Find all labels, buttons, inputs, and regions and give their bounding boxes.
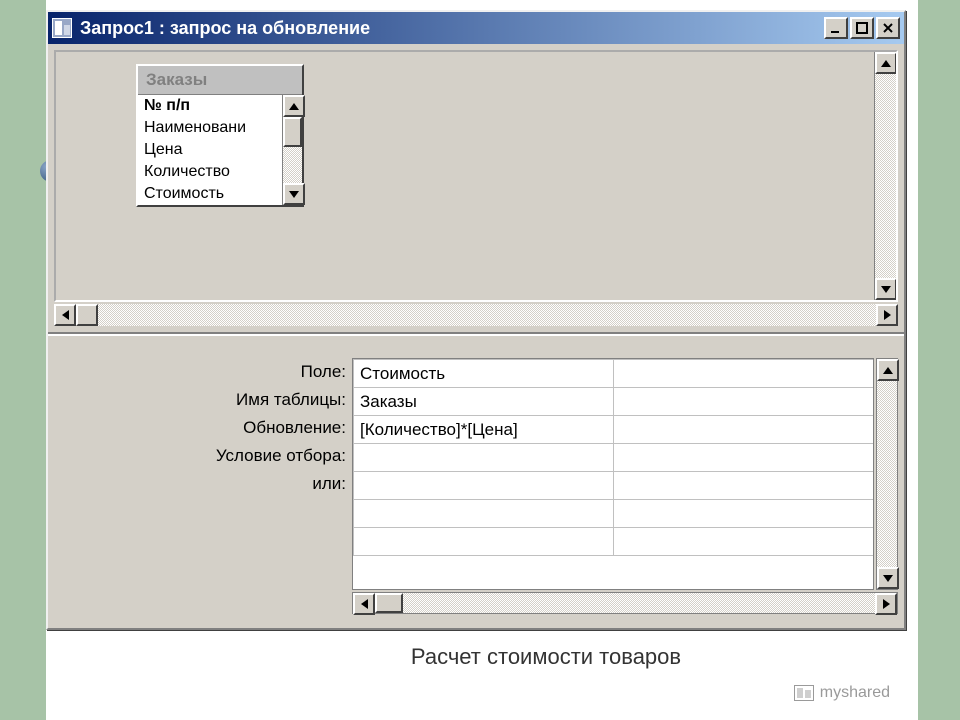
scroll-track[interactable] xyxy=(877,381,897,567)
grid-cell[interactable] xyxy=(354,472,614,500)
grid-cell[interactable] xyxy=(614,388,874,416)
design-grid[interactable]: Стоимость Заказы [Количество]*[Цена] xyxy=(352,358,874,590)
scroll-thumb[interactable] xyxy=(375,593,403,613)
scroll-down-button[interactable] xyxy=(283,183,305,205)
scroll-up-button[interactable] xyxy=(877,359,899,381)
scroll-up-button[interactable] xyxy=(283,95,305,117)
scroll-thumb[interactable] xyxy=(283,117,302,147)
diagram-horizontal-scrollbar[interactable] xyxy=(54,304,898,326)
scroll-left-button[interactable] xyxy=(54,304,76,326)
scroll-right-button[interactable] xyxy=(875,593,897,615)
row-label-criteria: Условие отбора: xyxy=(54,442,352,470)
row-label-field: Поле: xyxy=(54,358,352,386)
field-list-scrollbar[interactable] xyxy=(282,95,302,205)
grid-cell[interactable] xyxy=(614,528,874,556)
table-box-orders[interactable]: Заказы № п/п Наименовани Цена Количество… xyxy=(136,64,304,207)
field-item[interactable]: Количество xyxy=(138,161,282,183)
grid-row-labels: Поле: Имя таблицы: Обновление: Условие о… xyxy=(54,352,352,614)
grid-cell[interactable] xyxy=(614,500,874,528)
grid-horizontal-scrollbar[interactable] xyxy=(352,592,898,614)
scroll-track[interactable] xyxy=(403,593,875,613)
scroll-left-button[interactable] xyxy=(353,593,375,615)
design-grid-pane: Поле: Имя таблицы: Обновление: Условие о… xyxy=(48,342,904,620)
grid-cell[interactable] xyxy=(354,444,614,472)
pane-splitter[interactable] xyxy=(48,334,904,342)
field-list[interactable]: № п/п Наименовани Цена Количество Стоимо… xyxy=(138,95,282,205)
query-design-window: Запрос1 : запрос на обновление Заказы № … xyxy=(46,10,906,630)
row-label-table: Имя таблицы: xyxy=(54,386,352,414)
maximize-button[interactable] xyxy=(850,17,874,39)
watermark: myshared xyxy=(794,684,890,702)
scroll-down-button[interactable] xyxy=(875,278,897,300)
scroll-up-button[interactable] xyxy=(875,52,897,74)
titlebar[interactable]: Запрос1 : запрос на обновление xyxy=(48,12,904,44)
field-item[interactable]: № п/п xyxy=(138,95,282,117)
window-title: Запрос1 : запрос на обновление xyxy=(80,18,822,39)
app-icon xyxy=(52,18,72,38)
row-label-update: Обновление: xyxy=(54,414,352,442)
grid-cell[interactable] xyxy=(614,472,874,500)
grid-cell[interactable] xyxy=(354,528,614,556)
scroll-track[interactable] xyxy=(98,304,876,326)
scroll-track[interactable] xyxy=(283,147,302,183)
scroll-track[interactable] xyxy=(875,74,896,278)
grid-cell[interactable]: Заказы xyxy=(354,388,614,416)
grid-cell[interactable] xyxy=(354,500,614,528)
grid-cell[interactable]: [Количество]*[Цена] xyxy=(354,416,614,444)
close-button[interactable] xyxy=(876,17,900,39)
scroll-right-button[interactable] xyxy=(876,304,898,326)
scroll-down-button[interactable] xyxy=(877,567,899,589)
row-label-or: или: xyxy=(54,470,352,498)
grid-cell[interactable] xyxy=(614,360,874,388)
watermark-text: myshared xyxy=(820,684,890,702)
watermark-icon xyxy=(794,685,814,701)
scroll-thumb[interactable] xyxy=(76,304,98,326)
slide-caption: Расчет стоимости товаров xyxy=(196,644,896,670)
field-item[interactable]: Наименовани xyxy=(138,117,282,139)
table-box-title: Заказы xyxy=(138,66,302,95)
field-item[interactable]: Цена xyxy=(138,139,282,161)
diagram-pane[interactable]: Заказы № п/п Наименовани Цена Количество… xyxy=(48,44,904,334)
minimize-button[interactable] xyxy=(824,17,848,39)
grid-cell[interactable] xyxy=(614,416,874,444)
grid-vertical-scrollbar[interactable] xyxy=(876,358,898,590)
grid-cell[interactable] xyxy=(614,444,874,472)
grid-cell[interactable]: Стоимость xyxy=(354,360,614,388)
field-item[interactable]: Стоимость xyxy=(138,183,282,205)
diagram-vertical-scrollbar[interactable] xyxy=(874,52,896,300)
